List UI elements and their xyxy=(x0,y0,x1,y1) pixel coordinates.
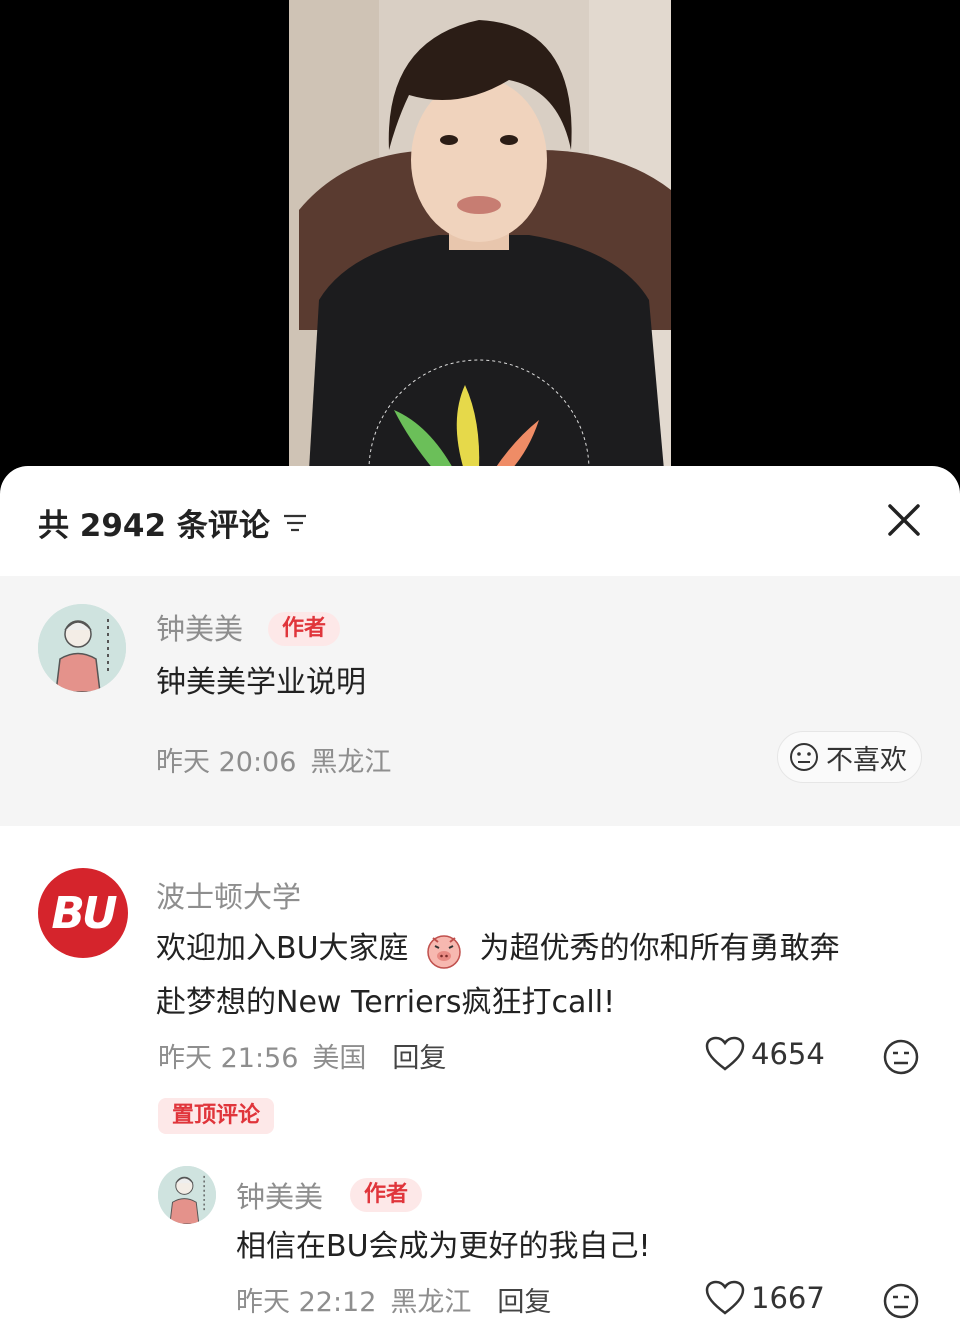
avatar-illustration-icon xyxy=(158,1166,216,1224)
avatar[interactable] xyxy=(158,1166,216,1224)
dislike-button[interactable]: 不喜欢 xyxy=(777,731,922,783)
comment-time: 昨天 22:12 xyxy=(236,1287,377,1318)
video-frame[interactable] xyxy=(289,0,671,470)
dislike-label: 不喜欢 xyxy=(826,744,907,776)
author-tag: 作者 xyxy=(268,612,341,646)
comment-text-part: 欢迎加入BU大家庭 xyxy=(156,931,409,966)
video-person-image xyxy=(289,0,671,470)
pinned-tag: 置顶评论 xyxy=(158,1098,275,1134)
comment-text-part: 为超优秀的你和所有勇敢奔 xyxy=(479,931,840,966)
comment-meta: 昨天 21:56 美国 回复 xyxy=(158,1036,446,1075)
pig-face-emoji-icon xyxy=(427,934,461,969)
dislike-icon[interactable] xyxy=(882,1038,920,1076)
comment-meta: 昨天 22:12 黑龙江 回复 xyxy=(236,1280,551,1319)
avatar[interactable] xyxy=(38,604,126,692)
comment-text-line2: 赴梦想的New Terriers疯狂打call! xyxy=(156,985,616,1020)
comment-text: 相信在BU会成为更好的我自己! xyxy=(236,1229,651,1264)
dislike-icon[interactable] xyxy=(882,1282,920,1320)
username[interactable]: 钟美美 xyxy=(236,1174,323,1216)
username[interactable]: 波士顿大学 xyxy=(156,874,301,916)
neutral-face-icon xyxy=(790,743,818,771)
comments-sheet: 共 2942 条评论 钟美美 作者 钟美美学业说明 昨天 20:06 黑龙江 不… xyxy=(0,466,960,1323)
author-comment: 钟美美 作者 钟美美学业说明 昨天 20:06 黑龙江 不喜欢 xyxy=(0,576,960,826)
comment-count: 共 2942 条评论 xyxy=(38,500,308,545)
comment-text: 钟美美学业说明 xyxy=(156,665,366,700)
comment-count-label: 共 2942 条评论 xyxy=(38,508,270,544)
comment-text: 欢迎加入BU大家庭 为超优秀的你和所有勇敢奔 xyxy=(156,922,936,976)
reply-button[interactable]: 回复 xyxy=(392,1036,446,1075)
bu-logo-text: BU xyxy=(51,887,117,939)
close-icon[interactable] xyxy=(884,500,924,540)
comment-location: 黑龙江 xyxy=(310,747,392,778)
video-area[interactable] xyxy=(0,0,960,470)
sort-lines-icon[interactable] xyxy=(282,510,308,536)
comment-location: 美国 xyxy=(312,1043,367,1074)
like-button[interactable]: 1667 xyxy=(705,1280,825,1316)
username[interactable]: 钟美美 xyxy=(156,606,243,648)
comment-meta: 昨天 20:06 黑龙江 xyxy=(156,740,391,779)
comments-header: 共 2942 条评论 xyxy=(0,466,960,576)
comment-location: 黑龙江 xyxy=(390,1287,472,1318)
like-count: 4654 xyxy=(751,1037,825,1071)
avatar-illustration-icon xyxy=(38,604,126,692)
avatar[interactable]: BU xyxy=(38,868,128,958)
heart-icon xyxy=(705,1036,745,1071)
like-button[interactable]: 4654 xyxy=(705,1036,825,1072)
heart-icon xyxy=(705,1280,745,1315)
author-tag: 作者 xyxy=(350,1178,423,1212)
like-count: 1667 xyxy=(751,1281,825,1315)
comment-time: 昨天 21:56 xyxy=(158,1043,299,1074)
reply-button[interactable]: 回复 xyxy=(497,1280,551,1319)
comment-time: 昨天 20:06 xyxy=(156,747,297,778)
